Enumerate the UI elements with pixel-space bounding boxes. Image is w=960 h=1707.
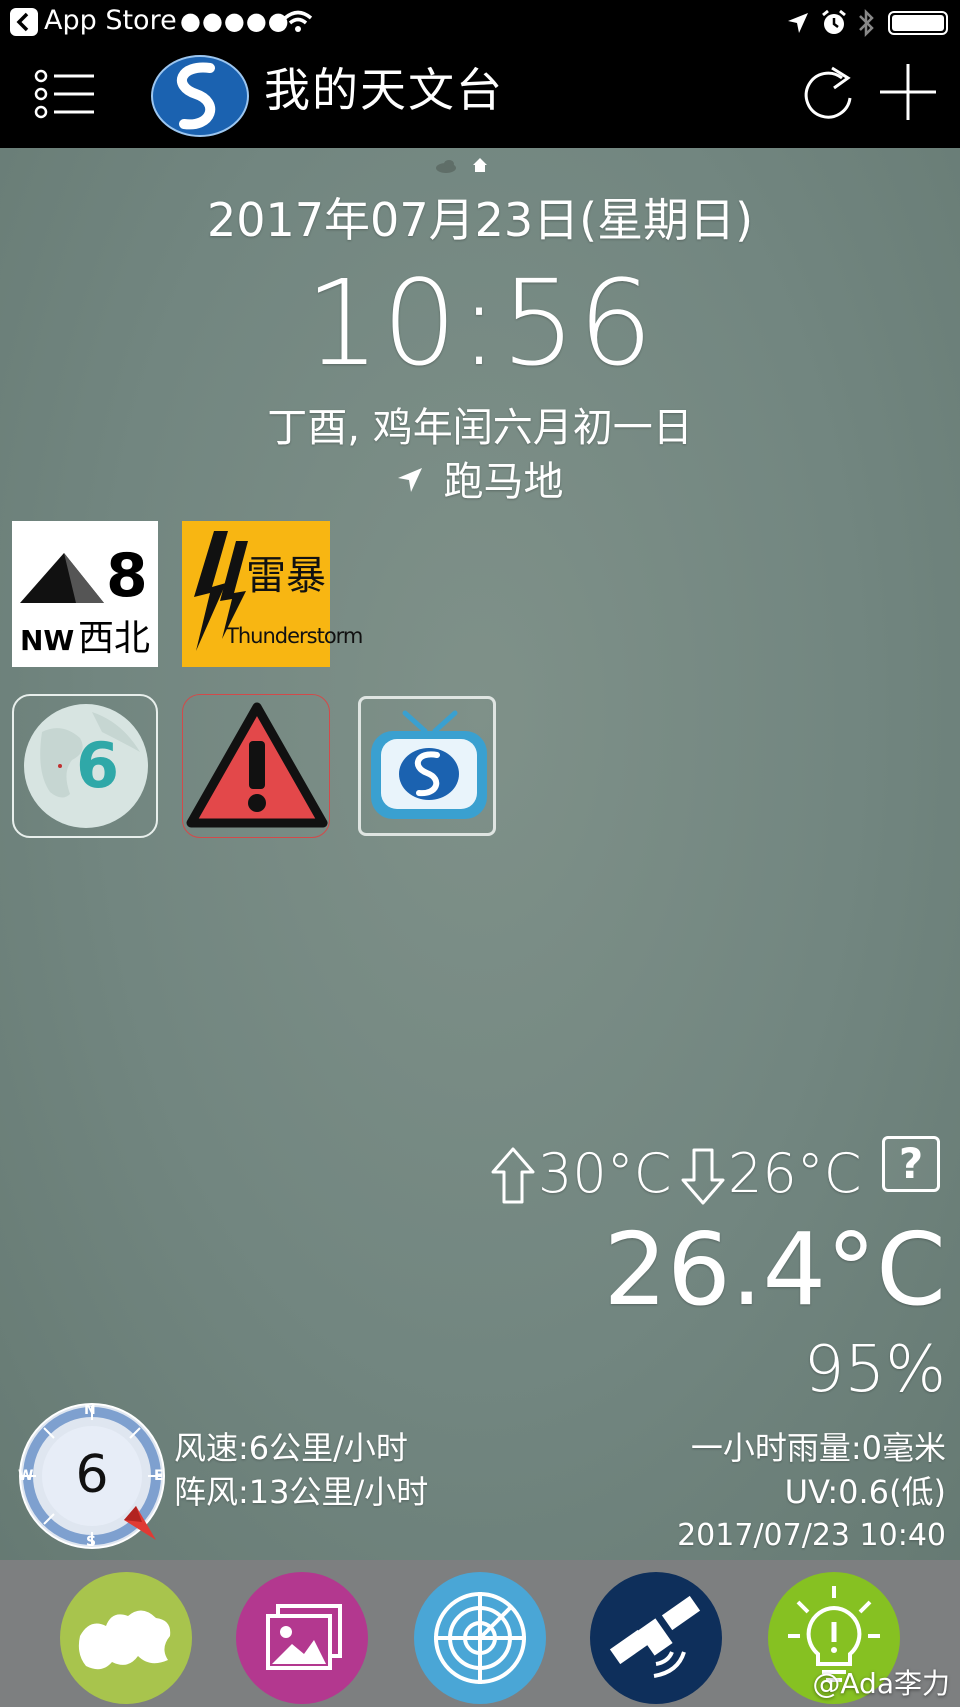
thunderstorm-warning-tile[interactable]: 雷暴 Thunderstorm: [182, 521, 363, 667]
arrow-up-icon: [491, 1147, 535, 1204]
radar-button[interactable]: [414, 1572, 546, 1704]
back-label: App Store: [44, 5, 177, 36]
current-temperature: 26.4°C: [603, 1211, 946, 1328]
help-button[interactable]: ?: [882, 1136, 940, 1192]
add-icon[interactable]: [878, 62, 938, 126]
wind-speed-value: 6: [75, 1445, 109, 1505]
hourly-rainfall: 一小时雨量:0毫米: [690, 1429, 946, 1467]
typhoon-signal-8-tile[interactable]: 8 NW 西北: [12, 521, 158, 667]
warning-triangle-icon: [186, 702, 328, 828]
satellite-button[interactable]: [590, 1572, 722, 1704]
help-question-icon: ?: [898, 1139, 924, 1188]
gallery-button[interactable]: [236, 1572, 368, 1704]
compass-e: E: [154, 1468, 164, 1484]
radar-icon: [434, 1592, 526, 1684]
compass-w: W: [18, 1468, 34, 1484]
battery-icon: [888, 11, 948, 35]
main-panel: 2017年07月23日(星期日) 10:56 丁酉, 鸡年闰六月初一日 跑马地 …: [0, 148, 960, 1560]
satellite-icon: [609, 1595, 701, 1678]
app-bar: 我的天文台: [0, 46, 960, 148]
thunderstorm-zh: 雷暴: [246, 553, 326, 599]
arrow-down-icon: [681, 1148, 725, 1205]
current-date: 2017年07月23日(星期日): [206, 193, 754, 247]
temp-range: 30°C 26°C: [488, 1138, 884, 1210]
bottom-dock: @Ada李力: [0, 1560, 960, 1707]
back-chevron-icon: [10, 8, 38, 36]
location-arrow-icon: [396, 466, 424, 498]
lunar-date: 丁酉, 鸡年闰六月初一日: [267, 405, 693, 451]
min-temperature: 26°C: [728, 1142, 862, 1205]
alarm-icon: [820, 9, 848, 41]
update-time: 2017/07/23 10:40: [677, 1518, 946, 1553]
wind-compass: N S W E 6: [18, 1402, 166, 1550]
relative-humidity: 95%: [803, 1333, 946, 1407]
typhoon-number: 6: [76, 729, 120, 802]
home-small-icon: [472, 157, 488, 177]
hk-map-icon: [78, 1610, 171, 1670]
menu-icon[interactable]: [34, 68, 94, 124]
signal-number: 8: [106, 541, 148, 611]
wind-gust: 阵风:13公里/小时: [174, 1473, 429, 1511]
hko-tv-shortcut[interactable]: [358, 696, 496, 836]
wind-speed: 风速:6公里/小时: [174, 1429, 408, 1467]
signal-strength: ●●●●●: [180, 7, 290, 35]
signal-direction-en: NW: [20, 624, 75, 657]
hko-logo-icon: [150, 54, 250, 142]
cloud-small-icon: [434, 158, 458, 178]
location-row[interactable]: 跑马地: [0, 452, 960, 512]
current-time: 10:56: [304, 254, 656, 392]
max-temperature: 30°C: [538, 1142, 672, 1205]
compass-s: S: [86, 1534, 97, 1550]
signal-direction-zh: 西北: [78, 618, 151, 659]
hk-map-button[interactable]: [60, 1572, 192, 1704]
location-name: 跑马地: [443, 459, 564, 505]
uv-index: UV:0.6(低): [784, 1473, 946, 1511]
typhoon-track-shortcut[interactable]: 6: [12, 694, 158, 838]
thunderstorm-en: Thunderstorm: [226, 624, 363, 648]
warning-summary-shortcut[interactable]: [182, 694, 330, 838]
compass-n: N: [84, 1402, 96, 1418]
status-bar: App Store ●●●●●: [0, 0, 960, 46]
gallery-icon: [266, 1604, 342, 1670]
refresh-icon[interactable]: [798, 62, 858, 130]
location-arrow-icon: [786, 11, 810, 39]
watermark: @Ada李力: [812, 1667, 950, 1700]
hko-tv-icon: [371, 710, 487, 819]
bluetooth-icon: [856, 8, 876, 42]
signal-triangle-icon: [20, 553, 104, 603]
wifi-icon: [283, 9, 313, 39]
app-title: 我的天文台: [264, 63, 504, 117]
